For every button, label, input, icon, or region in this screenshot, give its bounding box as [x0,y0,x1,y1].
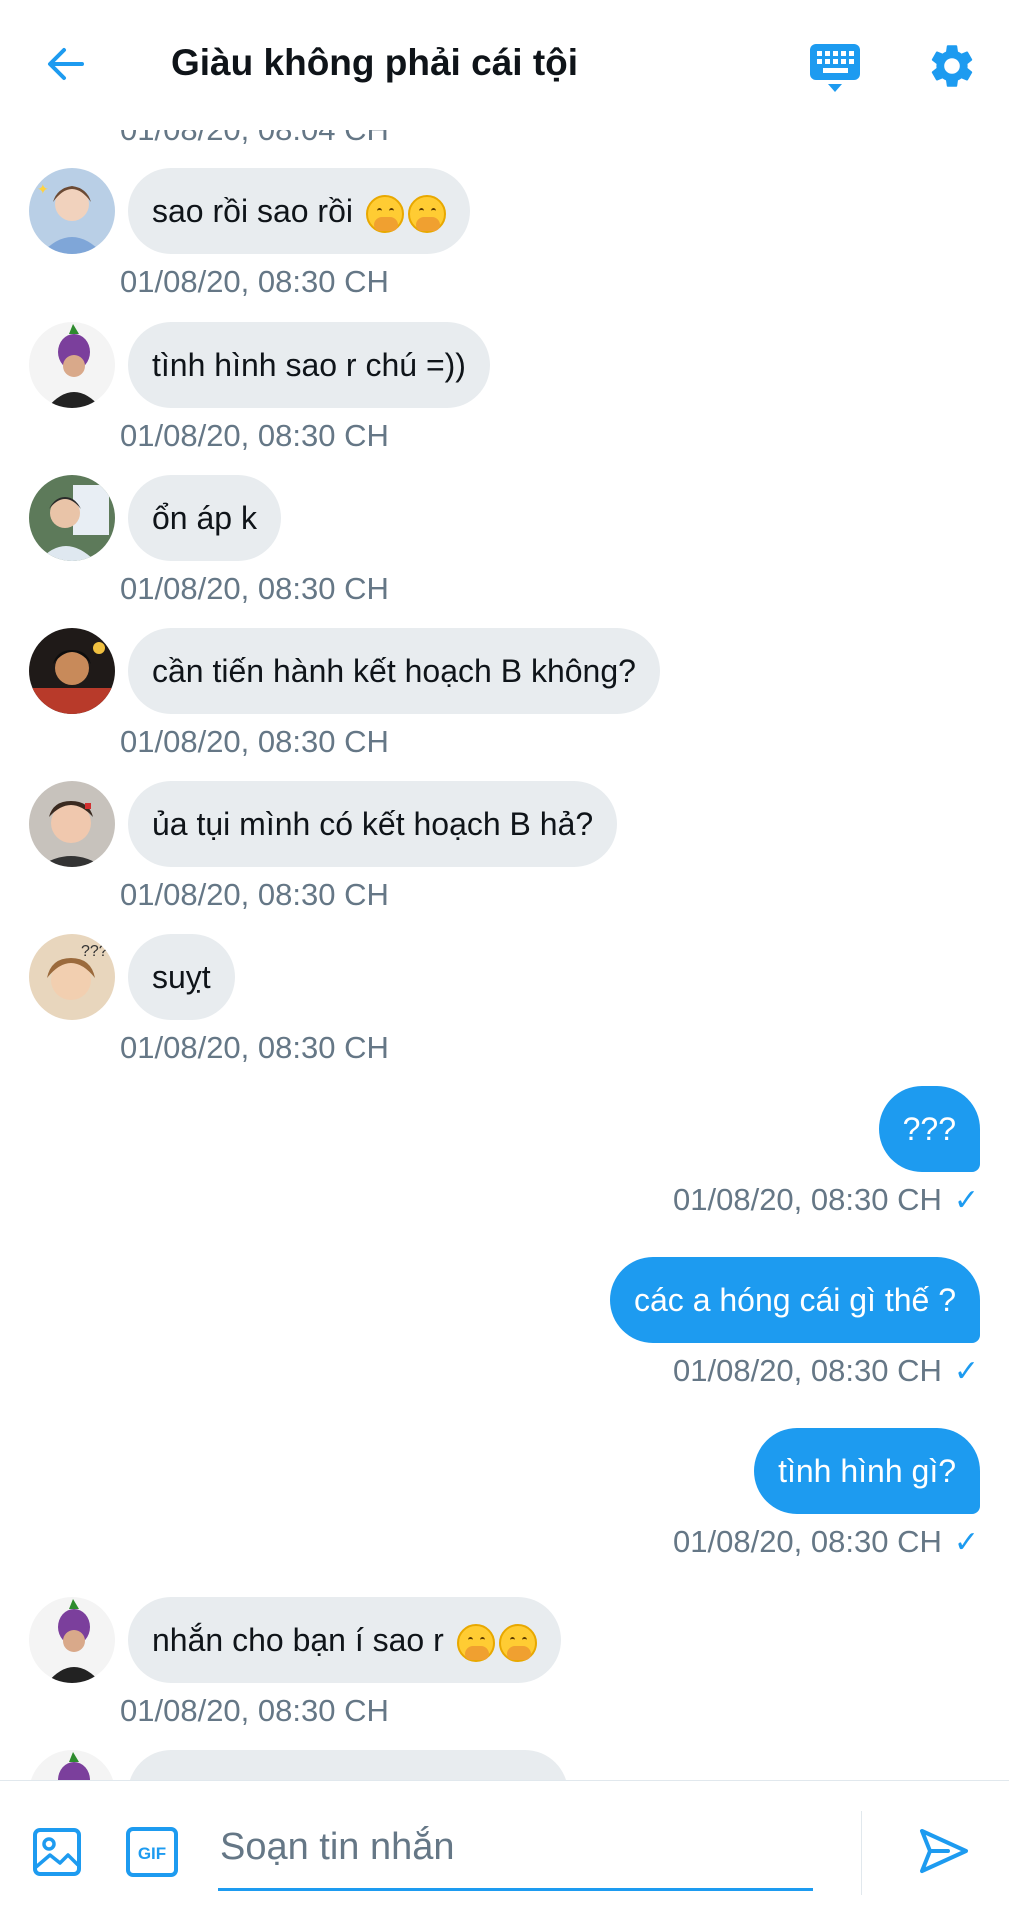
message-bubble[interactable]: cần tiến hành kết hoạch B không? [128,628,660,714]
message-timestamp: 01/08/20, 08:30 CH ✓ [673,1182,979,1218]
avatar[interactable] [29,1597,115,1683]
message-text: ủa tụi mình có kết hoạch B hả? [152,806,594,842]
avatar[interactable] [29,781,115,867]
message-input[interactable] [218,1807,813,1891]
gif-button[interactable]: GIF [126,1827,178,1877]
message-timestamp: 01/08/20, 08:30 CH [120,571,389,606]
timestamp-text: 01/08/20, 08:30 CH [673,1182,942,1217]
message-bubble-outgoing[interactable]: các a hóng cái gì thế ? [610,1257,980,1343]
message-bubble[interactable]: suỵt [128,934,235,1020]
avatar[interactable] [29,322,115,408]
avatar[interactable]: ✦ [29,168,115,254]
hand-over-mouth-emoji-icon [407,194,446,233]
timestamp-text: 01/08/20, 08:30 CH [673,1353,942,1388]
message-bubble[interactable] [128,1750,568,1780]
message-timestamp: 01/08/20, 08:30 CH [120,264,389,299]
hand-over-mouth-emoji-icon [498,1623,537,1662]
back-button[interactable] [42,40,90,88]
message-bubble[interactable]: sao rồi sao rồi [128,168,470,254]
message-text: ??? [902,1111,956,1147]
send-icon [920,1829,968,1873]
message-bubble[interactable]: nhắn cho bạn í sao r [128,1597,561,1683]
conversation-header: Giàu không phải cái tội [0,0,1009,130]
message-timestamp: 01/08/20, 08:30 CH ✓ [673,1353,979,1389]
svg-text:GIF: GIF [138,1844,166,1863]
gear-icon [931,45,973,87]
message-list[interactable]: 01/08/20, 08:04 CH ✦ sao rồi sao rồi 01/… [0,130,1009,1780]
message-bubble-outgoing[interactable]: tình hình gì? [754,1428,980,1514]
message-bubble-outgoing[interactable]: ??? [878,1086,980,1172]
message-text: sao rồi sao rồi [152,193,353,229]
message-composer: GIF [0,1780,1009,1920]
message-timestamp: 01/08/20, 08:30 CH [120,724,389,759]
message-bubble[interactable]: tình hình sao r chú =)) [128,322,490,408]
avatar[interactable] [29,628,115,714]
avatar[interactable]: ??? [29,934,115,1020]
gif-icon: GIF [126,1827,178,1877]
message-text: cần tiến hành kết hoạch B không? [152,653,636,689]
avatar[interactable] [29,1750,115,1780]
checkmark-icon: ✓ [953,1526,979,1559]
attach-image-button[interactable] [32,1827,82,1877]
message-text: suỵt [152,959,211,995]
message-text: các a hóng cái gì thế ? [634,1282,956,1318]
hand-over-mouth-emoji-icon [456,1623,495,1662]
svg-text:✦: ✦ [37,181,49,197]
timestamp-text: 01/08/20, 08:30 CH [673,1524,942,1559]
hand-over-mouth-emoji-icon [365,194,404,233]
keyboard-button[interactable] [808,40,864,96]
image-icon [33,1828,81,1876]
message-bubble[interactable]: ủa tụi mình có kết hoạch B hả? [128,781,618,867]
message-timestamp: 01/08/20, 08:30 CH [120,877,389,912]
checkmark-icon: ✓ [953,1355,979,1388]
send-button[interactable] [918,1825,970,1877]
avatar[interactable] [29,475,115,561]
arrow-left-icon [48,48,84,80]
message-timestamp: 01/08/20, 08:30 CH [120,1030,389,1065]
message-timestamp: 01/08/20, 08:30 CH [120,1693,389,1728]
keyboard-icon [810,44,860,92]
message-timestamp: 01/08/20, 08:30 CH [120,418,389,453]
checkmark-icon: ✓ [953,1184,979,1217]
composer-divider [861,1811,862,1895]
message-bubble[interactable]: ổn áp k [128,475,281,561]
conversation-title: Giàu không phải cái tội [171,42,579,83]
settings-button[interactable] [926,40,978,92]
message-timestamp: 01/08/20, 08:04 CH [120,130,389,148]
message-text: tình hình gì? [778,1453,956,1489]
message-text: ổn áp k [152,500,257,536]
message-text: tình hình sao r chú =)) [152,347,466,383]
message-text: nhắn cho bạn í sao r [152,1622,444,1658]
svg-text:???: ??? [81,943,108,960]
message-timestamp: 01/08/20, 08:30 CH ✓ [673,1524,979,1560]
